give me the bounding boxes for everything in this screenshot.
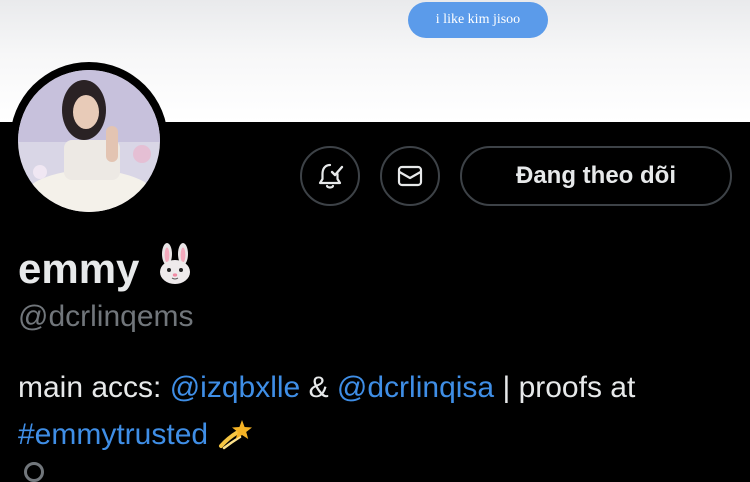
location-icon xyxy=(24,462,44,482)
bio-mention-dcrlinqisa[interactable]: @dcrlinqisa xyxy=(337,371,494,404)
display-name: emmy xyxy=(18,245,140,292)
profile-bio: main accs: @izqbxlle & @dcrlinqisa | pro… xyxy=(18,364,738,464)
bio-mention-izqbxlle[interactable]: @izqbxlle xyxy=(170,371,301,404)
avatar-image xyxy=(18,70,160,212)
notifications-button[interactable] xyxy=(300,146,360,206)
bio-text-1: main accs: xyxy=(18,371,170,404)
bell-check-icon xyxy=(318,163,344,189)
message-bubble-text: i like kim jisoo xyxy=(435,12,521,27)
avatar[interactable] xyxy=(10,62,168,220)
following-button[interactable]: Đang theo dõi xyxy=(460,146,732,206)
profile-name-row: emmy xyxy=(18,242,197,296)
following-button-label: Đang theo dõi xyxy=(516,162,676,189)
dizzy-icon xyxy=(218,417,254,464)
rabbit-face-icon xyxy=(153,242,197,296)
message-bubble: i like kim jisoo xyxy=(408,2,548,38)
profile-handle: @dcrlinqems xyxy=(18,300,194,333)
message-button[interactable] xyxy=(380,146,440,206)
envelope-icon xyxy=(397,165,423,187)
bio-hashtag[interactable]: #emmytrusted xyxy=(18,418,208,451)
bio-text-2: & xyxy=(300,371,337,404)
bio-text-3: | proofs at xyxy=(494,371,636,404)
